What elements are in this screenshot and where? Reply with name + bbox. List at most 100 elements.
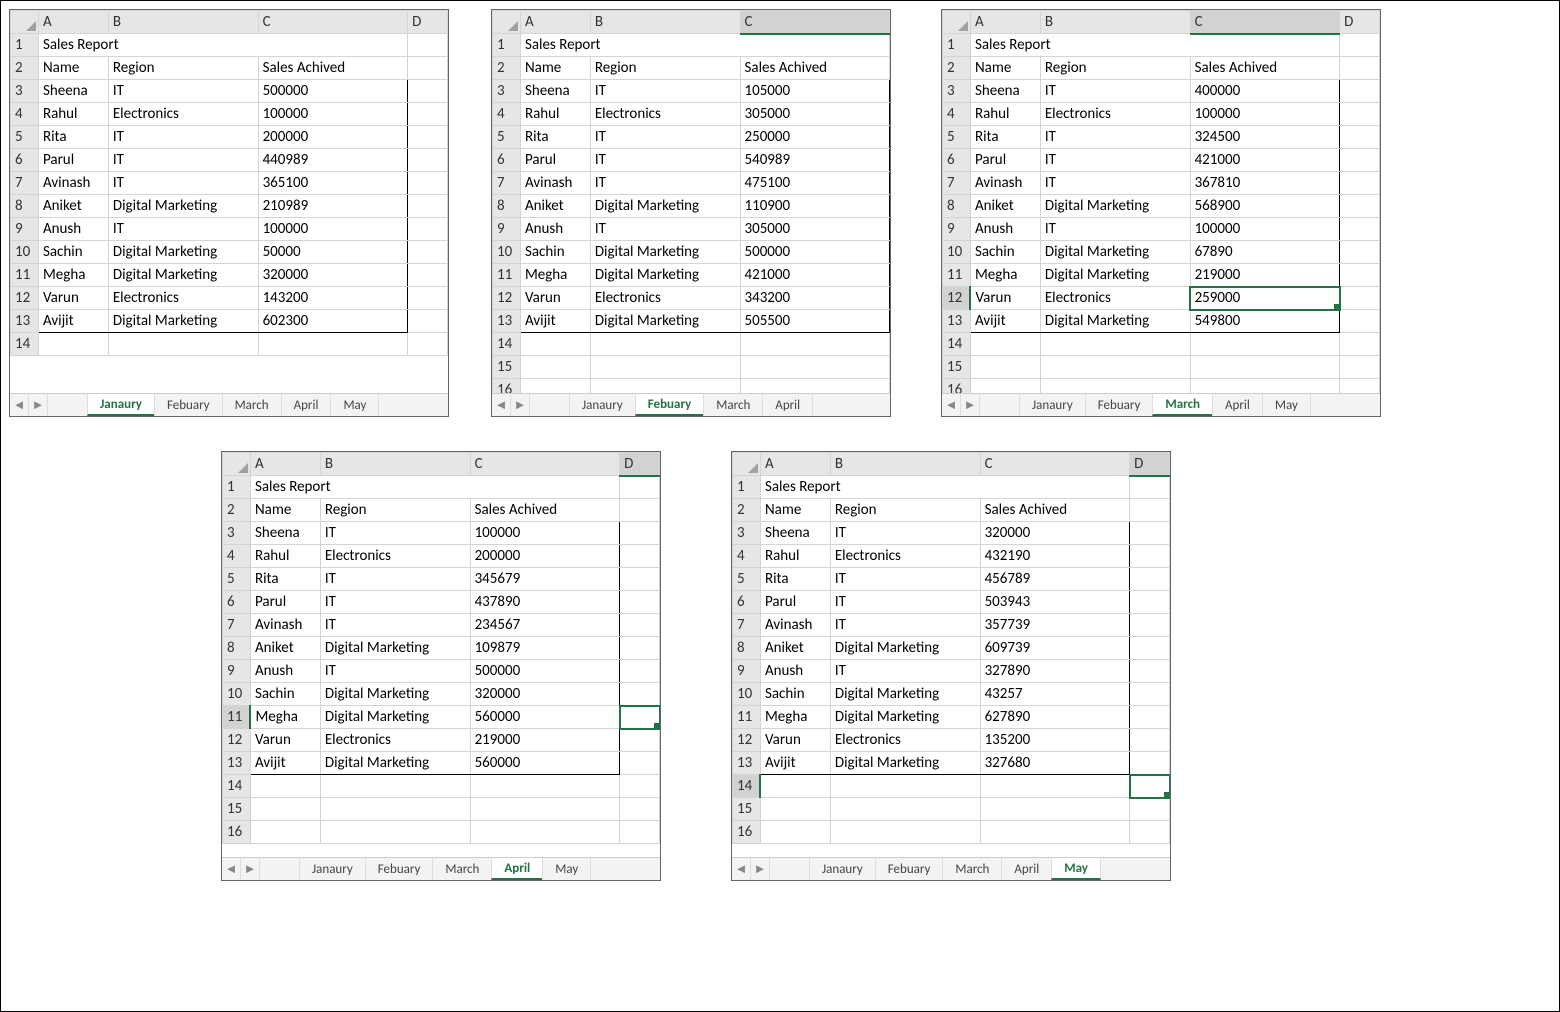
cell-B4[interactable]: Electronics [590, 103, 740, 126]
cell-B16[interactable] [1040, 379, 1190, 394]
cell-A12[interactable]: Varun [250, 729, 320, 752]
cell-A6[interactable]: Parul [520, 149, 590, 172]
row-header-2[interactable]: 2 [733, 499, 761, 522]
cell-B5[interactable]: IT [108, 126, 258, 149]
col-header-C[interactable]: C [470, 453, 620, 476]
cell-D4[interactable] [1130, 545, 1170, 568]
row-header-5[interactable]: 5 [11, 126, 39, 149]
col-header-C[interactable]: C [740, 11, 890, 34]
cell-C5[interactable]: 456789 [980, 568, 1130, 591]
cell-A15[interactable] [520, 356, 590, 379]
cell-C8[interactable]: 609739 [980, 637, 1130, 660]
tab-nav-prev[interactable]: ◄ [222, 858, 241, 880]
row-header-4[interactable]: 4 [223, 545, 251, 568]
sheet-tab-febuary[interactable]: Febuary [635, 394, 705, 416]
row-header-2[interactable]: 2 [11, 57, 39, 80]
cell-B6[interactable]: IT [830, 591, 980, 614]
cell-B10[interactable]: Digital Marketing [108, 241, 258, 264]
select-all-corner[interactable] [11, 11, 39, 34]
row-header-2[interactable]: 2 [223, 499, 251, 522]
cell-B4[interactable]: Electronics [108, 103, 258, 126]
cell-C5[interactable]: 250000 [740, 126, 890, 149]
cell-B10[interactable]: Digital Marketing [1040, 241, 1190, 264]
cell-D11[interactable] [408, 264, 448, 287]
cell-C6[interactable]: 421000 [1190, 149, 1340, 172]
sheet-tab-may[interactable]: May [1262, 394, 1311, 416]
cell-A10[interactable]: Sachin [760, 683, 830, 706]
cell-C13[interactable]: 560000 [470, 752, 620, 775]
col-header-C[interactable]: C [1190, 11, 1340, 34]
cell-B4[interactable]: Electronics [1040, 103, 1190, 126]
row-header-7[interactable]: 7 [11, 172, 39, 195]
row-header-8[interactable]: 8 [493, 195, 521, 218]
cell-C10[interactable]: 320000 [470, 683, 620, 706]
cell-A10[interactable]: Sachin [250, 683, 320, 706]
cell-D14[interactable] [1340, 333, 1380, 356]
row-header-5[interactable]: 5 [943, 126, 971, 149]
cell-C12[interactable]: 135200 [980, 729, 1130, 752]
row-header-12[interactable]: 12 [11, 287, 39, 310]
cell-A8[interactable]: Aniket [520, 195, 590, 218]
cell-A3[interactable]: Sheena [250, 522, 320, 545]
cell-D10[interactable] [1340, 241, 1380, 264]
cell-B14[interactable] [830, 775, 980, 798]
cell-B11[interactable]: Digital Marketing [830, 706, 980, 729]
cell-C5[interactable]: 200000 [258, 126, 408, 149]
row-header-16[interactable]: 16 [223, 821, 251, 844]
col-header-A[interactable]: A [38, 11, 108, 34]
select-all-corner[interactable] [733, 453, 761, 476]
cell-C9[interactable]: 327890 [980, 660, 1130, 683]
cell-A9[interactable]: Anush [760, 660, 830, 683]
row-header-5[interactable]: 5 [223, 568, 251, 591]
cell-A9[interactable]: Anush [520, 218, 590, 241]
cell-C4[interactable]: 100000 [1190, 103, 1340, 126]
row-header-16[interactable]: 16 [493, 379, 521, 394]
cell-C10[interactable]: 43257 [980, 683, 1130, 706]
cell-A13[interactable]: Avijit [250, 752, 320, 775]
row-header-9[interactable]: 9 [493, 218, 521, 241]
cell-B6[interactable]: IT [320, 591, 470, 614]
cell-A8[interactable]: Aniket [760, 637, 830, 660]
cell-A12[interactable]: Varun [520, 287, 590, 310]
sheet-tab-march[interactable]: March [1152, 394, 1213, 416]
cell-C15[interactable] [980, 798, 1130, 821]
cell-D1[interactable] [408, 34, 448, 57]
cell-B14[interactable] [320, 775, 470, 798]
cell-B16[interactable] [320, 821, 470, 844]
cell-A7[interactable]: Avinash [250, 614, 320, 637]
cell-D12[interactable] [620, 729, 660, 752]
row-header-7[interactable]: 7 [733, 614, 761, 637]
cell-D12[interactable] [1130, 729, 1170, 752]
cell-A15[interactable] [250, 798, 320, 821]
col-header-A[interactable]: A [970, 11, 1040, 34]
cell-B8[interactable]: Digital Marketing [590, 195, 740, 218]
cell-C5[interactable]: 345679 [470, 568, 620, 591]
cell-D3[interactable] [1340, 80, 1380, 103]
cell-D12[interactable] [408, 287, 448, 310]
cell-B4[interactable]: Electronics [830, 545, 980, 568]
cell-C11[interactable]: 219000 [1190, 264, 1340, 287]
row-header-7[interactable]: 7 [943, 172, 971, 195]
row-header-12[interactable]: 12 [943, 287, 971, 310]
cell-D16[interactable] [1130, 821, 1170, 844]
row-header-7[interactable]: 7 [223, 614, 251, 637]
cell-B13[interactable]: Digital Marketing [590, 310, 740, 333]
cell-C10[interactable]: 500000 [740, 241, 890, 264]
cell-A7[interactable]: Avinash [520, 172, 590, 195]
cell-B12[interactable]: Electronics [830, 729, 980, 752]
row-header-16[interactable]: 16 [943, 379, 971, 394]
cell-C4[interactable]: 432190 [980, 545, 1130, 568]
select-all-corner[interactable] [493, 11, 521, 34]
row-header-15[interactable]: 15 [733, 798, 761, 821]
row-header-4[interactable]: 4 [733, 545, 761, 568]
row-header-4[interactable]: 4 [11, 103, 39, 126]
cell-A4[interactable]: Rahul [250, 545, 320, 568]
cell-D7[interactable] [1130, 614, 1170, 637]
sheet-tab-febuary[interactable]: Febuary [154, 394, 223, 416]
cell-C14[interactable] [1190, 333, 1340, 356]
cell-A11[interactable]: Megha [760, 706, 830, 729]
cell-C8[interactable]: 109879 [470, 637, 620, 660]
cell-A15[interactable] [970, 356, 1040, 379]
cell-C16[interactable] [980, 821, 1130, 844]
cell-D5[interactable] [620, 568, 660, 591]
